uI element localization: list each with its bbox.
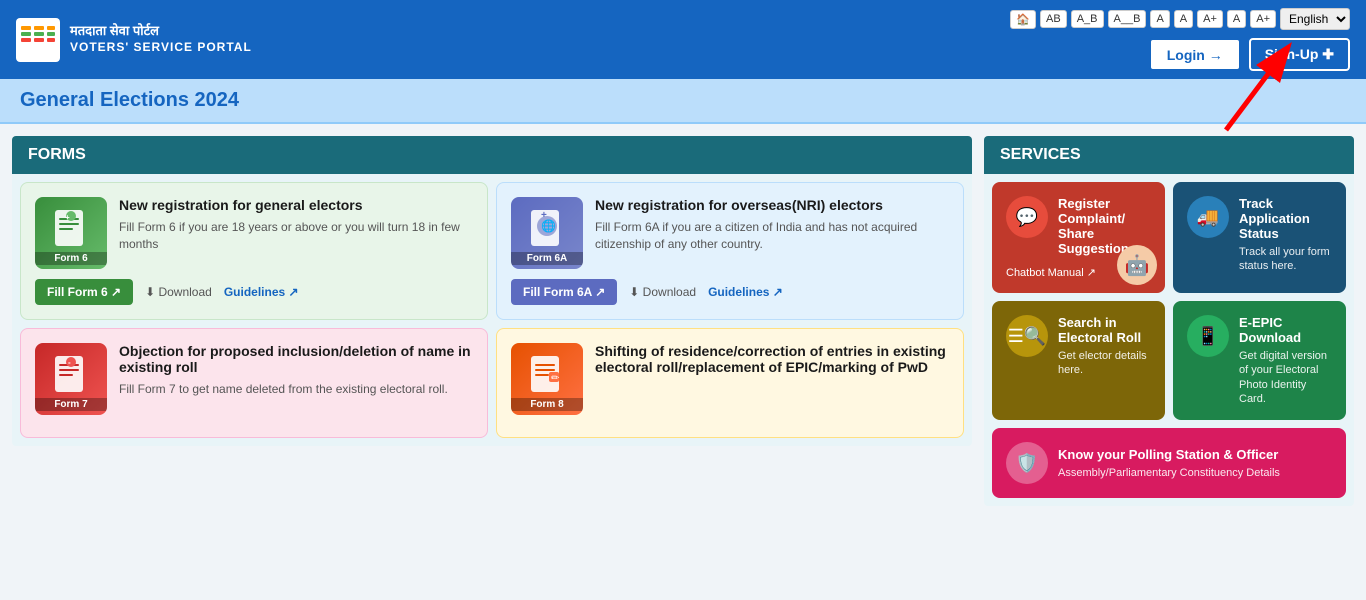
font-a2-btn[interactable]: A: [1174, 10, 1193, 28]
home-icon-btn[interactable]: 🏠: [1010, 10, 1036, 29]
auth-buttons: Login → Sign-Up ✚: [1149, 38, 1350, 71]
epic-title: E-EPIC Download: [1239, 315, 1332, 345]
form7-icon: - Form 7: [35, 343, 107, 415]
epic-text: E-EPIC Download Get digital version of y…: [1239, 315, 1332, 406]
form8-info: Shifting of residence/correction of entr…: [595, 343, 949, 381]
forms-grid: + Form 6 New registration for general el…: [12, 174, 972, 446]
svg-text:+: +: [541, 210, 547, 221]
track-icon: 🚚: [1187, 196, 1229, 238]
search-electoral-text: Search in Electoral Roll Get elector det…: [1058, 315, 1151, 378]
main-content: FORMS + Form 6: [0, 124, 1366, 518]
login-button[interactable]: Login →: [1149, 38, 1241, 71]
epic-description: Get digital version of your Electoral Ph…: [1239, 349, 1332, 406]
track-application-content: 🚚 Track Application Status Track all you…: [1187, 196, 1332, 274]
form8-card-top: ✏ Form 8 Shifting of residence/correctio…: [511, 343, 949, 415]
form6-card-top: + Form 6 New registration for general el…: [35, 197, 473, 269]
polling-text: Know your Polling Station & Officer Asse…: [1058, 447, 1280, 480]
form7-description: Fill Form 7 to get name deleted from the…: [119, 381, 473, 398]
forms-section: FORMS + Form 6: [12, 136, 972, 506]
form7-card-top: - Form 7 Objection for proposed inclusio…: [35, 343, 473, 415]
complaint-icon: 💬: [1006, 196, 1048, 238]
register-complaint-card[interactable]: 💬 Register Complaint/ Share Suggestion 🤖…: [992, 182, 1165, 293]
search-electoral-title: Search in Electoral Roll: [1058, 315, 1151, 345]
form6a-card-top: 🌐 + Form 6A New registration for oversea…: [511, 197, 949, 269]
download-form6-button[interactable]: ⬇ Download: [145, 285, 212, 299]
form6-card: + Form 6 New registration for general el…: [20, 182, 488, 320]
polling-description: Assembly/Parliamentary Constituency Deta…: [1058, 466, 1280, 480]
search-electoral-description: Get elector details here.: [1058, 349, 1151, 378]
form6a-card: 🌐 + Form 6A New registration for oversea…: [496, 182, 964, 320]
form6a-actions: Fill Form 6A ↗ ⬇ Download Guidelines ↗: [511, 279, 949, 305]
form7-card: - Form 7 Objection for proposed inclusio…: [20, 328, 488, 438]
font-a-plus2-btn[interactable]: A+: [1250, 10, 1276, 28]
font-a3-btn[interactable]: A: [1227, 10, 1246, 28]
svg-text:+: +: [65, 213, 70, 222]
chatbot-avatar: 🤖: [1117, 245, 1157, 285]
fill-form6-button[interactable]: Fill Form 6 ↗: [35, 279, 133, 305]
forms-section-header: FORMS: [12, 136, 972, 174]
form6-info: New registration for general electors Fi…: [119, 197, 473, 253]
fill-form6a-button[interactable]: Fill Form 6A ↗: [511, 279, 617, 305]
header-controls: 🏠 AB A_B A__B A A A+ A A+ English हिंदी …: [1010, 8, 1350, 71]
header-hindi-title: मतदाता सेवा पोर्टल: [70, 23, 252, 40]
form6a-description: Fill Form 6A if you are a citizen of Ind…: [595, 219, 949, 253]
polling-icon: 🛡️: [1006, 442, 1048, 484]
header-title-block: मतदाता सेवा पोर्टल VOTERS' SERVICE PORTA…: [70, 23, 252, 55]
font-a-btn[interactable]: A: [1150, 10, 1169, 28]
services-section: SERVICES 💬 Register Complaint/ Share Sug…: [984, 136, 1354, 506]
election-banner: General Elections 2024: [0, 79, 1366, 124]
form6a-title: New registration for overseas(NRI) elect…: [595, 197, 949, 213]
election-banner-title: General Elections 2024: [20, 89, 1346, 112]
guidelines-form6-button[interactable]: Guidelines ↗: [224, 285, 299, 299]
download-form6a-button[interactable]: ⬇ Download: [629, 285, 696, 299]
form8-card: ✏ Form 8 Shifting of residence/correctio…: [496, 328, 964, 438]
form8-icon: ✏ Form 8: [511, 343, 583, 415]
form7-title: Objection for proposed inclusion/deletio…: [119, 343, 473, 375]
form6-description: Fill Form 6 if you are 18 years or above…: [119, 219, 473, 253]
contrast-ab-btn[interactable]: AB: [1040, 10, 1067, 28]
services-grid: 💬 Register Complaint/ Share Suggestion 🤖…: [984, 174, 1354, 506]
svg-text:-: -: [68, 358, 71, 367]
services-section-header: SERVICES: [984, 136, 1354, 174]
form7-info: Objection for proposed inclusion/deletio…: [119, 343, 473, 398]
search-icon: ☰🔍: [1006, 315, 1048, 357]
epic-icon: 📱: [1187, 315, 1229, 357]
contrast-a--b-btn[interactable]: A__B: [1108, 10, 1147, 28]
signup-button[interactable]: Sign-Up ✚: [1249, 38, 1350, 71]
polling-title: Know your Polling Station & Officer: [1058, 447, 1280, 462]
form8-title: Shifting of residence/correction of entr…: [595, 343, 949, 375]
e-epic-card[interactable]: 📱 E-EPIC Download Get digital version of…: [1173, 301, 1346, 420]
font-a-plus-btn[interactable]: A+: [1197, 10, 1223, 28]
accessibility-bar: 🏠 AB A_B A__B A A A+ A A+ English हिंदी: [1010, 8, 1350, 30]
svg-text:✏: ✏: [551, 373, 560, 384]
svg-text:🌐: 🌐: [541, 219, 556, 233]
guidelines-form6a-button[interactable]: Guidelines ↗: [708, 285, 783, 299]
form6-icon: + Form 6: [35, 197, 107, 269]
search-electoral-card[interactable]: ☰🔍 Search in Electoral Roll Get elector …: [992, 301, 1165, 420]
know-polling-content: 🛡️ Know your Polling Station & Officer A…: [1006, 442, 1332, 484]
track-title: Track Application Status: [1239, 196, 1332, 241]
header-english-title: VOTERS' SERVICE PORTAL: [70, 40, 252, 56]
form6a-info: New registration for overseas(NRI) elect…: [595, 197, 949, 253]
track-application-card[interactable]: 🚚 Track Application Status Track all you…: [1173, 182, 1346, 293]
track-description: Track all your form status here.: [1239, 245, 1332, 274]
site-header: मतदाता सेवा पोर्टल VOTERS' SERVICE PORTA…: [0, 0, 1366, 79]
header-brand: मतदाता सेवा पोर्टल VOTERS' SERVICE PORTA…: [16, 18, 252, 62]
know-polling-card[interactable]: 🛡️ Know your Polling Station & Officer A…: [992, 428, 1346, 498]
form6a-icon: 🌐 + Form 6A: [511, 197, 583, 269]
track-text: Track Application Status Track all your …: [1239, 196, 1332, 274]
contrast-a-b-btn[interactable]: A_B: [1071, 10, 1104, 28]
eci-logo-icon: [16, 18, 60, 62]
language-selector[interactable]: English हिंदी: [1280, 8, 1350, 30]
form6-actions: Fill Form 6 ↗ ⬇ Download Guidelines ↗: [35, 279, 473, 305]
e-epic-content: 📱 E-EPIC Download Get digital version of…: [1187, 315, 1332, 406]
search-electoral-content: ☰🔍 Search in Electoral Roll Get elector …: [1006, 315, 1151, 378]
form6-title: New registration for general electors: [119, 197, 473, 213]
